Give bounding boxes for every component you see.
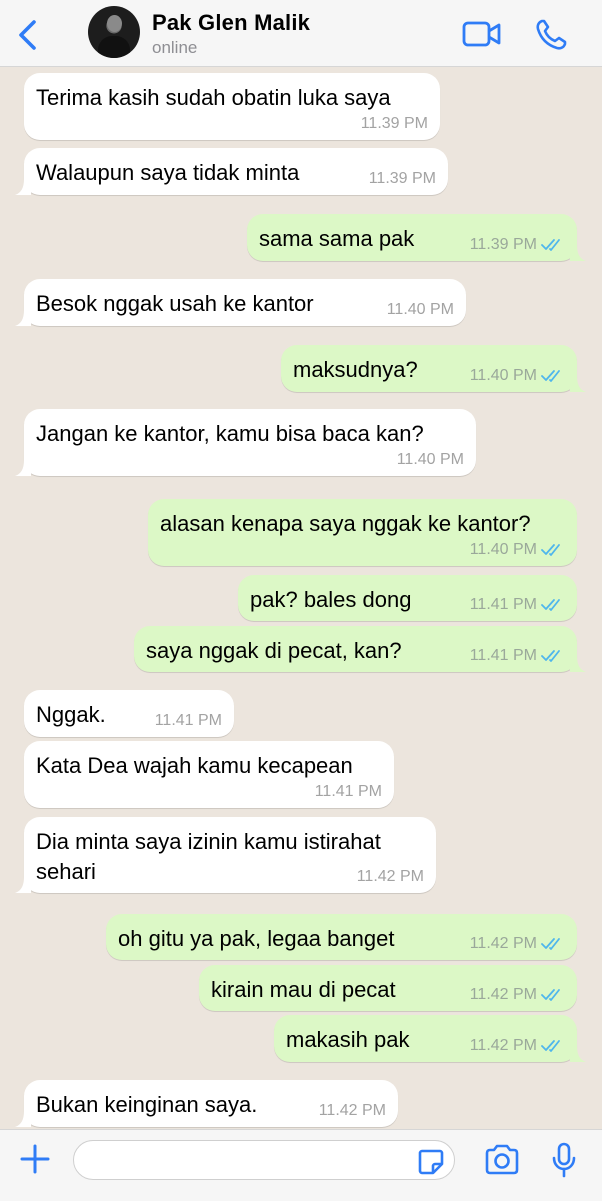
outgoing-message[interactable]: saya nggak di pecat, kan? 11.41 PM [134, 626, 586, 672]
incoming-message[interactable]: Dia minta saya izinin kamu istirahat seh… [15, 817, 436, 893]
message-meta: 11.40 PM [387, 301, 454, 319]
incoming-message[interactable]: Walaupun saya tidak minta 11.39 PM [15, 148, 448, 195]
incoming-message[interactable]: Jangan ke kantor, kamu bisa baca kan? 11.… [15, 409, 476, 476]
message-meta: 11.39 PM [361, 115, 428, 133]
message-time: 11.39 PM [360, 115, 428, 132]
incoming-message[interactable]: Kata Dea wajah kamu kecapean 11.41 PM [24, 741, 394, 808]
message-time: 11.40 PM [469, 367, 537, 384]
double-check-icon [541, 370, 560, 382]
message-time: 11.40 PM [469, 541, 537, 558]
message-meta: 11.41 PM [470, 596, 565, 614]
bubble-tail [15, 460, 31, 476]
message-input[interactable] [73, 1140, 455, 1180]
avatar[interactable] [88, 6, 140, 58]
message-text: Jangan ke kantor, kamu bisa baca kan? [36, 421, 424, 446]
message-meta: 11.41 PM [315, 783, 382, 801]
message-meta: 11.42 PM [470, 935, 565, 953]
chat-area[interactable]: Terima kasih sudah obatin luka saya 11.39… [0, 67, 602, 1129]
double-check-icon [541, 989, 560, 1001]
outgoing-message[interactable]: pak? bales dong 11.41 PM [238, 575, 577, 621]
phone-icon[interactable] [534, 18, 568, 52]
message-text: Terima kasih sudah obatin luka saya [36, 85, 391, 110]
message-time: 11.42 PM [318, 1102, 386, 1119]
bubble-tail [15, 877, 31, 893]
message-time: 11.40 PM [396, 451, 464, 468]
double-check-icon [541, 650, 560, 662]
video-camera-icon[interactable] [462, 20, 502, 48]
message-text: Kata Dea wajah kamu kecapean [36, 753, 353, 778]
contact-name[interactable]: Pak Glen Malik [152, 10, 310, 36]
double-check-icon [541, 938, 560, 950]
message-time: 11.39 PM [368, 170, 436, 187]
composer-bar [0, 1129, 602, 1201]
message-time: 11.42 PM [469, 935, 537, 952]
message-meta: 11.42 PM [319, 1102, 386, 1120]
double-check-icon [541, 1040, 560, 1052]
outgoing-message[interactable]: alasan kenapa saya nggak ke kantor? 11.40… [148, 499, 577, 566]
outgoing-message[interactable]: kirain mau di pecat 11.42 PM [199, 965, 577, 1011]
bubble-tail [15, 179, 31, 195]
message-text: alasan kenapa saya nggak ke kantor? [160, 511, 531, 536]
double-check-icon [541, 599, 560, 611]
message-meta: 11.40 PM [470, 367, 565, 385]
message-meta: 11.40 PM [397, 451, 464, 469]
bubble-tail [15, 1111, 31, 1127]
outgoing-message[interactable]: maksudnya? 11.40 PM [281, 345, 586, 392]
plus-icon[interactable] [18, 1142, 52, 1176]
incoming-message[interactable]: Besok nggak usah ke kantor 11.40 PM [15, 279, 466, 326]
message-meta: 11.41 PM [470, 647, 565, 665]
chat-header: Pak Glen Malik online [0, 0, 602, 67]
message-meta: 11.39 PM [369, 170, 436, 188]
message-time: 11.41 PM [314, 783, 382, 800]
camera-icon[interactable] [484, 1144, 520, 1176]
outgoing-message[interactable]: makasih pak 11.42 PM [274, 1015, 586, 1062]
incoming-message[interactable]: Nggak. 11.41 PM [24, 690, 234, 737]
message-time: 11.42 PM [469, 1037, 537, 1054]
double-check-icon [541, 239, 560, 251]
outgoing-message[interactable]: oh gitu ya pak, legaa banget 11.42 PM [106, 914, 577, 960]
message-time: 11.40 PM [386, 301, 454, 318]
message-meta: 11.39 PM [470, 236, 565, 254]
bubble-tail [15, 310, 31, 326]
sticker-icon[interactable] [417, 1148, 445, 1176]
message-time: 11.39 PM [469, 236, 537, 253]
message-meta: 11.40 PM [470, 541, 565, 559]
message-time: 11.41 PM [469, 596, 537, 613]
message-time: 11.41 PM [469, 647, 537, 664]
message-meta: 11.42 PM [357, 868, 424, 886]
contact-status: online [152, 38, 198, 57]
message-time: 11.42 PM [469, 986, 537, 1003]
outgoing-message[interactable]: sama sama pak 11.39 PM [247, 214, 586, 261]
incoming-message[interactable]: Bukan keinginan saya. 11.42 PM [15, 1080, 398, 1127]
message-meta: 11.41 PM [155, 712, 222, 730]
double-check-icon [541, 544, 560, 556]
bubble-tail [570, 656, 586, 672]
bubble-tail [570, 1046, 586, 1062]
message-meta: 11.42 PM [470, 1037, 565, 1055]
microphone-icon[interactable] [551, 1142, 577, 1178]
bubble-tail [570, 245, 586, 261]
incoming-message[interactable]: Terima kasih sudah obatin luka saya 11.39… [24, 73, 440, 140]
chevron-left-icon[interactable] [14, 18, 44, 52]
message-time: 11.41 PM [154, 712, 222, 729]
message-meta: 11.42 PM [470, 986, 565, 1004]
bubble-tail [570, 376, 586, 392]
message-time: 11.42 PM [356, 868, 424, 885]
